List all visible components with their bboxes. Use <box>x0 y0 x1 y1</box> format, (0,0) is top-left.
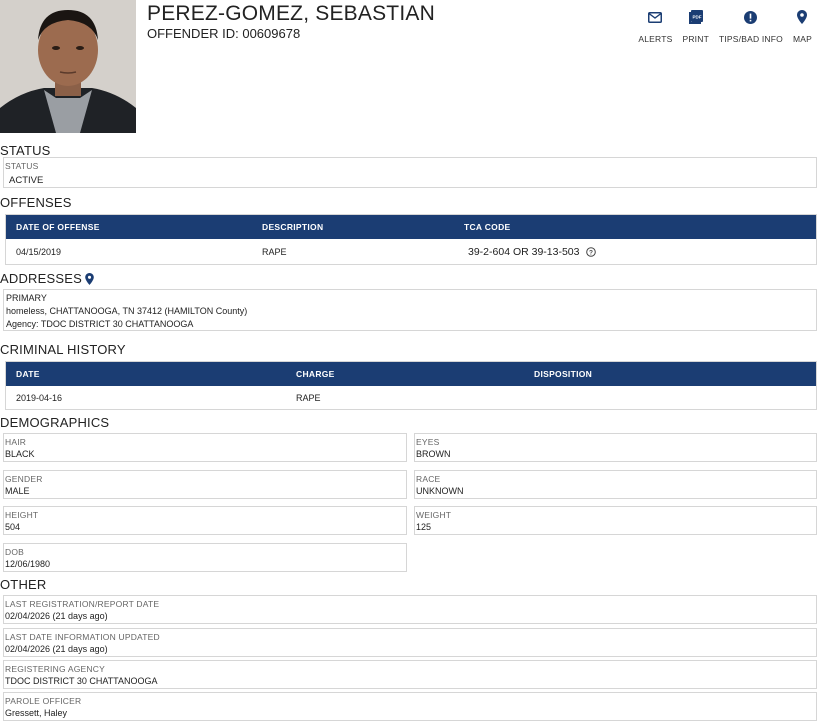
dob-field: DOB 12/06/1980 <box>3 543 407 572</box>
pdf-icon: PDF <box>688 8 703 26</box>
parole-officer-field: PAROLE OFFICER Gressett, Haley <box>3 692 817 721</box>
parole-officer-label: PAROLE OFFICER <box>5 696 82 706</box>
col-description: DESCRIPTION <box>262 222 324 232</box>
offense-date: 04/15/2019 <box>16 246 62 257</box>
col-tca-code: TCA CODE <box>464 222 511 232</box>
status-label: STATUS <box>5 161 39 171</box>
status-section-title: STATUS <box>0 143 51 158</box>
last-updated-label: LAST DATE INFORMATION UPDATED <box>5 632 160 642</box>
registering-agency-field: REGISTERING AGENCY TDOC DISTRICT 30 CHAT… <box>3 660 817 689</box>
col-date-of-offense: DATE OF OFFENSE <box>16 222 100 232</box>
svg-text:?: ? <box>589 249 593 256</box>
envelope-icon <box>648 8 663 26</box>
table-row: 2019-04-16 RAPE <box>6 386 816 409</box>
offenses-table: DATE OF OFFENSE DESCRIPTION TCA CODE 04/… <box>5 214 817 265</box>
gender-value: MALE <box>5 486 30 496</box>
tips-bad-info-label: TIPS/BAD INFO <box>718 34 783 44</box>
last-updated-field: LAST DATE INFORMATION UPDATED 02/04/2026… <box>3 628 817 657</box>
status-value: ACTIVE <box>9 175 44 186</box>
action-bar: ALERTS PDF PRINT TIPS/BAD INFO MAP <box>628 8 812 44</box>
address-agency: Agency: TDOC DISTRICT 30 CHATTANOOGA <box>6 319 194 329</box>
demographics-section-title: DEMOGRAPHICS <box>0 415 110 430</box>
svg-text:PDF: PDF <box>692 15 701 20</box>
hair-label: HAIR <box>5 437 27 447</box>
criminal-history-table-header: DATE CHARGE DISPOSITION <box>6 362 816 386</box>
weight-field: WEIGHT 125 <box>414 506 817 535</box>
parole-officer-value: Gressett, Haley <box>5 708 68 718</box>
address-type: PRIMARY <box>6 293 47 303</box>
alerts-button[interactable]: ALERTS <box>638 8 672 44</box>
history-charge: RAPE <box>296 392 321 403</box>
map-pin-icon <box>797 8 808 26</box>
offense-tca-code: 39-2-604 OR 39-13-503 <box>468 245 580 258</box>
hair-value: BLACK <box>5 449 35 459</box>
weight-value: 125 <box>416 522 432 532</box>
last-registration-label: LAST REGISTRATION/REPORT DATE <box>5 599 160 609</box>
alert-icon <box>744 8 758 26</box>
tips-bad-info-button[interactable]: TIPS/BAD INFO <box>719 8 783 44</box>
height-label: HEIGHT <box>5 510 39 520</box>
criminal-history-section-title: CRIMINAL HISTORY <box>0 342 126 357</box>
gender-label: GENDER <box>5 474 43 484</box>
map-pin-icon[interactable] <box>85 272 94 285</box>
history-date: 2019-04-16 <box>16 392 63 403</box>
criminal-history-table: DATE CHARGE DISPOSITION 2019-04-16 RAPE <box>5 361 817 410</box>
map-label: MAP <box>792 34 812 44</box>
status-box: STATUS ACTIVE <box>3 157 817 188</box>
print-button[interactable]: PDF PRINT <box>682 8 709 44</box>
height-value: 504 <box>5 522 21 532</box>
col-disposition: DISPOSITION <box>534 369 593 379</box>
dob-value: 12/06/1980 <box>5 559 51 569</box>
race-label: RACE <box>416 474 441 484</box>
race-field: RACE UNKNOWN <box>414 470 817 499</box>
hair-field: HAIR BLACK <box>3 433 407 462</box>
map-button[interactable]: MAP <box>793 8 812 44</box>
offender-name: PEREZ-GOMEZ, SEBASTIAN <box>147 2 435 25</box>
address-box: PRIMARY homeless, CHATTANOOGA, TN 37412 … <box>3 289 817 331</box>
table-row: 04/15/2019 RAPE 39-2-604 OR 39-13-503 ? <box>6 239 816 264</box>
offender-photo <box>0 0 136 133</box>
height-field: HEIGHT 504 <box>3 506 407 535</box>
alerts-label: ALERTS <box>638 34 673 44</box>
eyes-field: EYES BROWN <box>414 433 817 462</box>
offenses-section-title: OFFENSES <box>0 195 72 210</box>
help-icon[interactable]: ? <box>585 246 596 257</box>
col-date: DATE <box>16 369 40 379</box>
col-charge: CHARGE <box>296 369 335 379</box>
print-label: PRINT <box>682 34 709 44</box>
registering-agency-value: TDOC DISTRICT 30 CHATTANOOGA <box>5 676 158 686</box>
last-registration-field: LAST REGISTRATION/REPORT DATE 02/04/2026… <box>3 595 817 624</box>
address-line: homeless, CHATTANOOGA, TN 37412 (HAMILTO… <box>6 306 248 316</box>
offender-id: OFFENDER ID: 00609678 <box>147 26 301 41</box>
eyes-value: BROWN <box>416 449 451 459</box>
addresses-section-title: ADDRESSES <box>0 271 82 286</box>
dob-label: DOB <box>5 547 25 557</box>
weight-label: WEIGHT <box>416 510 452 520</box>
offenses-table-header: DATE OF OFFENSE DESCRIPTION TCA CODE <box>6 215 816 239</box>
offense-description: RAPE <box>262 246 287 257</box>
last-updated-value: 02/04/2026 (21 days ago) <box>5 644 108 654</box>
registering-agency-label: REGISTERING AGENCY <box>5 664 105 674</box>
race-value: UNKNOWN <box>416 486 464 496</box>
eyes-label: EYES <box>416 437 440 447</box>
gender-field: GENDER MALE <box>3 470 407 499</box>
addresses-section-header: ADDRESSES <box>0 271 94 286</box>
offense-tca-code-cell: 39-2-604 OR 39-13-503 ? <box>468 246 596 258</box>
last-registration-value: 02/04/2026 (21 days ago) <box>5 611 108 621</box>
other-section-title: OTHER <box>0 577 47 592</box>
